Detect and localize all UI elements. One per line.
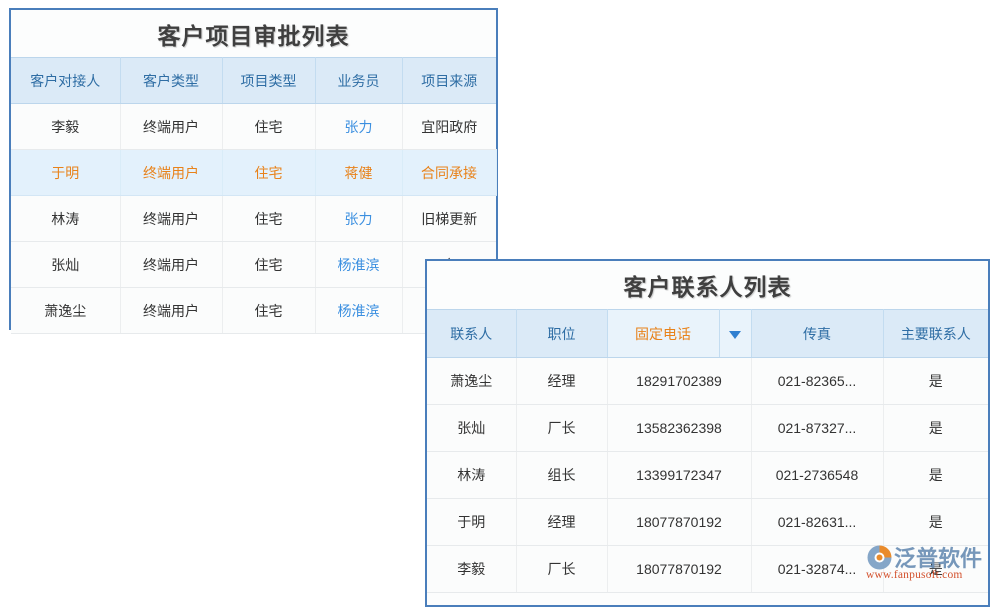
column-header-position[interactable]: 职位 [516, 310, 607, 358]
table-row[interactable]: 张灿厂长13582362398021-87327...是 [427, 405, 988, 452]
table-cell: 住宅 [222, 242, 315, 288]
table-row[interactable]: 萧逸尘终端用户住宅杨淮滨扌 [11, 288, 496, 334]
table-cell: 住宅 [222, 104, 315, 150]
table-row[interactable]: 张灿终端用户住宅杨淮滨商 [11, 242, 496, 288]
table-cell: 18077870192 [607, 499, 751, 546]
table-cell: 厂长 [516, 546, 607, 593]
column-header-project-source[interactable]: 项目来源 [402, 58, 496, 104]
cell-link[interactable]: 杨淮滨 [338, 257, 380, 273]
table-cell: 李毅 [427, 546, 516, 593]
table-row[interactable]: 于明终端用户住宅蒋健合同承接 [11, 150, 496, 196]
page-title: 客户项目审批列表 [11, 10, 496, 57]
cell-link[interactable]: 张力 [345, 119, 373, 135]
table-row[interactable]: 李毅厂长18077870192021-32874...是 [427, 546, 988, 593]
table-cell: 旧梯更新 [402, 196, 496, 242]
table-cell: 住宅 [222, 288, 315, 334]
table-cell: 021-2736548 [751, 452, 883, 499]
table-cell: 021-82365... [751, 358, 883, 405]
table-cell: 杨淮滨 [315, 288, 402, 334]
table-cell: 021-82631... [751, 499, 883, 546]
table-cell: 021-87327... [751, 405, 883, 452]
table-cell: 终端用户 [120, 196, 222, 242]
table-cell: 终端用户 [120, 104, 222, 150]
customer-contacts-panel: 客户联系人列表 联系人 职位 固定电话 传真 主要联系人 萧逸尘经理182917… [425, 259, 990, 607]
column-header-project-type[interactable]: 项目类型 [222, 58, 315, 104]
table-cell: 终端用户 [120, 242, 222, 288]
table-cell: 终端用户 [120, 150, 222, 196]
column-header-landline-phone[interactable]: 固定电话 [607, 310, 719, 358]
table-row[interactable]: 萧逸尘经理18291702389021-82365...是 [427, 358, 988, 405]
table-cell: 组长 [516, 452, 607, 499]
table-cell: 张力 [315, 104, 402, 150]
table-cell: 林涛 [11, 196, 120, 242]
column-header-contact-person[interactable]: 联系人 [427, 310, 516, 358]
table-cell: 13582362398 [607, 405, 751, 452]
approval-header-row: 客户对接人 客户类型 项目类型 业务员 项目来源 [11, 58, 496, 104]
cell-link[interactable]: 张力 [345, 211, 373, 227]
column-header-primary-contact[interactable]: 主要联系人 [883, 310, 988, 358]
chevron-down-icon [729, 331, 741, 339]
cell-link[interactable]: 杨淮滨 [338, 303, 380, 319]
table-cell: 是 [883, 499, 988, 546]
table-cell: 萧逸尘 [11, 288, 120, 334]
table-cell: 18077870192 [607, 546, 751, 593]
table-cell: 蒋健 [315, 150, 402, 196]
table-cell: 经理 [516, 499, 607, 546]
table-cell: 厂长 [516, 405, 607, 452]
column-header-fax[interactable]: 传真 [751, 310, 883, 358]
table-cell: 于明 [11, 150, 120, 196]
table-cell: 经理 [516, 358, 607, 405]
table-cell: 于明 [427, 499, 516, 546]
table-cell: 张灿 [11, 242, 120, 288]
table-cell: 是 [883, 358, 988, 405]
table-cell: 终端用户 [120, 288, 222, 334]
table-cell: 杨淮滨 [315, 242, 402, 288]
table-cell: 张灿 [427, 405, 516, 452]
table-cell: 李毅 [11, 104, 120, 150]
table-cell: 是 [883, 405, 988, 452]
table-cell: 住宅 [222, 196, 315, 242]
sort-descending-button[interactable] [719, 310, 751, 358]
table-cell: 13399172347 [607, 452, 751, 499]
table-cell: 住宅 [222, 150, 315, 196]
column-header-customer-type[interactable]: 客户类型 [120, 58, 222, 104]
table-cell: 宜阳政府 [402, 104, 496, 150]
contacts-panel-title: 客户联系人列表 [427, 261, 988, 309]
table-cell: 合同承接 [402, 150, 496, 196]
approval-table: 客户对接人 客户类型 项目类型 业务员 项目来源 李毅终端用户住宅张力宜阳政府于… [11, 57, 497, 334]
table-row[interactable]: 林涛终端用户住宅 张力 旧梯更新 [11, 196, 496, 242]
table-row[interactable]: 林涛组长13399172347021-2736548是 [427, 452, 988, 499]
table-cell: 18291702389 [607, 358, 751, 405]
table-row[interactable]: 李毅终端用户住宅 张力 宜阳政府 [11, 104, 496, 150]
table-cell: 张力 [315, 196, 402, 242]
contacts-header-row: 联系人 职位 固定电话 传真 主要联系人 [427, 310, 988, 358]
contacts-table: 联系人 职位 固定电话 传真 主要联系人 萧逸尘经理18291702389021… [427, 309, 988, 593]
column-header-salesperson[interactable]: 业务员 [315, 58, 402, 104]
table-cell: 021-32874... [751, 546, 883, 593]
table-cell: 林涛 [427, 452, 516, 499]
table-row[interactable]: 于明经理18077870192021-82631...是 [427, 499, 988, 546]
table-cell: 是 [883, 546, 988, 593]
table-cell: 是 [883, 452, 988, 499]
column-header-customer-contact[interactable]: 客户对接人 [11, 58, 120, 104]
table-cell: 萧逸尘 [427, 358, 516, 405]
